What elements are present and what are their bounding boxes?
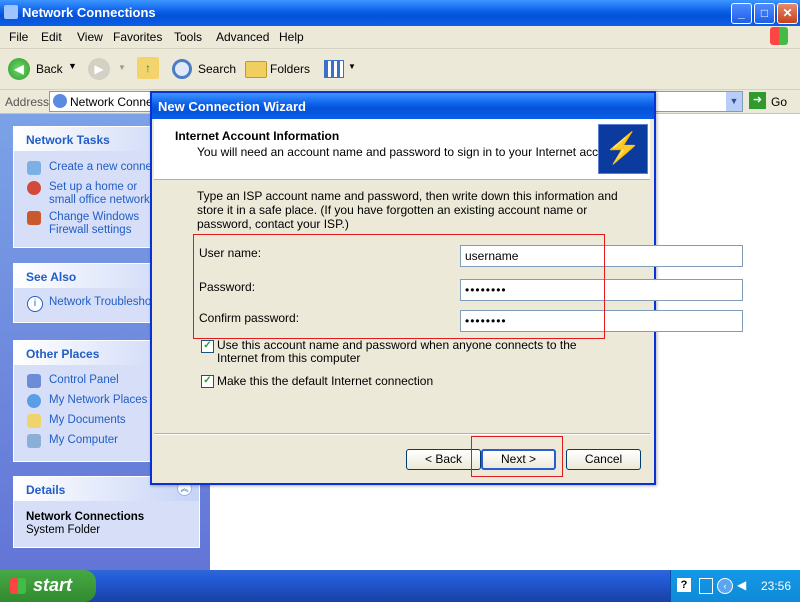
views-button[interactable]: ▼: [322, 58, 356, 80]
minimize-button[interactable]: _: [731, 3, 752, 24]
network-icon: [53, 94, 67, 108]
use-account-checkbox[interactable]: ✓: [201, 340, 214, 353]
go-arrow-icon[interactable]: ➜: [749, 92, 766, 109]
search-button[interactable]: Search: [170, 56, 237, 82]
network-plug-icon: ⚡: [598, 124, 648, 174]
control-panel-icon: [27, 374, 41, 388]
forward-dropdown-icon[interactable]: ▼: [118, 63, 126, 72]
windows-flag-icon: [10, 578, 26, 594]
maximize-button[interactable]: □: [754, 3, 775, 24]
windows-logo-icon: [770, 27, 788, 45]
address-dropdown-icon[interactable]: ▼: [726, 92, 742, 111]
views-icon: [324, 60, 344, 78]
folder-icon: [245, 61, 267, 78]
wizard-subheading: You will need an account name and passwo…: [197, 145, 625, 159]
back-arrow-icon: ◀: [8, 58, 30, 80]
help-icon[interactable]: ?: [677, 578, 691, 592]
system-tray: ? ‹ ◀ 23:56: [670, 570, 800, 602]
go-button[interactable]: Go: [771, 95, 787, 109]
button-divider: [154, 433, 650, 435]
expand-tray-icon[interactable]: ‹: [717, 578, 733, 594]
home-network-icon: [27, 181, 41, 195]
back-label: Back: [36, 62, 63, 76]
home-network-link[interactable]: Set up a home or small office network: [49, 181, 155, 207]
default-connection-label: Make this the default Internet connectio…: [217, 374, 434, 388]
details-type: System Folder: [26, 524, 101, 536]
details-name: Network Connections: [26, 511, 145, 523]
dialog-title: New Connection Wizard: [158, 99, 306, 114]
back-wizard-button[interactable]: < Back: [406, 449, 481, 470]
default-connection-checkbox[interactable]: ✓: [201, 375, 214, 388]
search-label: Search: [198, 62, 237, 76]
use-account-label: Use this account name and password when …: [217, 338, 577, 365]
menu-help[interactable]: Help: [279, 30, 304, 44]
network-places-icon: [27, 394, 41, 408]
menu-advanced[interactable]: Advanced: [216, 30, 269, 44]
wizard-header: Internet Account Information You will ne…: [154, 119, 650, 180]
window-title: Network Connections: [22, 5, 156, 20]
details-panel: Details ︽ Network Connections System Fol…: [13, 476, 200, 548]
next-highlight: [471, 436, 563, 477]
toolbar: ◀ Back ▼ ▶ ▼ ↑ Search Folders ▼: [0, 49, 800, 90]
back-button[interactable]: ◀ Back ▼: [8, 56, 78, 82]
dialog-titlebar: New Connection Wizard: [152, 93, 654, 119]
wizard-instructions: Type an ISP account name and password, t…: [197, 189, 618, 231]
computer-icon: [27, 434, 41, 448]
search-icon: [172, 59, 192, 79]
credentials-highlight: [193, 234, 605, 339]
volume-icon[interactable]: ◀: [737, 578, 751, 592]
menu-favorites[interactable]: Favorites: [113, 30, 162, 44]
network-folder-icon: [4, 5, 18, 19]
menu-bar: File Edit View Favorites Tools Advanced …: [0, 26, 800, 49]
start-label: start: [33, 575, 73, 595]
folders-button[interactable]: Folders: [243, 56, 311, 82]
close-button[interactable]: ✕: [777, 3, 798, 24]
menu-tools[interactable]: Tools: [174, 30, 202, 44]
info-icon: i: [27, 296, 43, 312]
firewall-link[interactable]: Change Windows Firewall settings: [49, 211, 161, 237]
window-titlebar: Network Connections _ □ ✕: [0, 0, 800, 26]
menu-file[interactable]: File: [9, 30, 28, 44]
new-connection-wizard-dialog: New Connection Wizard Internet Account I…: [150, 91, 743, 485]
folders-label: Folders: [270, 62, 311, 76]
clock[interactable]: 23:56: [761, 579, 791, 593]
wizard-heading: Internet Account Information: [175, 129, 340, 143]
cancel-button[interactable]: Cancel: [566, 449, 641, 470]
up-folder-icon[interactable]: ↑: [137, 57, 159, 79]
back-dropdown-icon[interactable]: ▼: [68, 61, 77, 71]
documents-icon: [27, 414, 41, 428]
firewall-icon: [27, 211, 41, 225]
forward-button[interactable]: ▶: [88, 58, 110, 80]
views-dropdown-icon: ▼: [348, 62, 356, 71]
address-label: Address: [5, 95, 50, 109]
menu-view[interactable]: View: [77, 30, 103, 44]
new-connection-icon: [27, 161, 41, 175]
network-tray-icon[interactable]: [699, 578, 713, 594]
menu-edit[interactable]: Edit: [41, 30, 62, 44]
start-button[interactable]: start: [0, 570, 96, 602]
